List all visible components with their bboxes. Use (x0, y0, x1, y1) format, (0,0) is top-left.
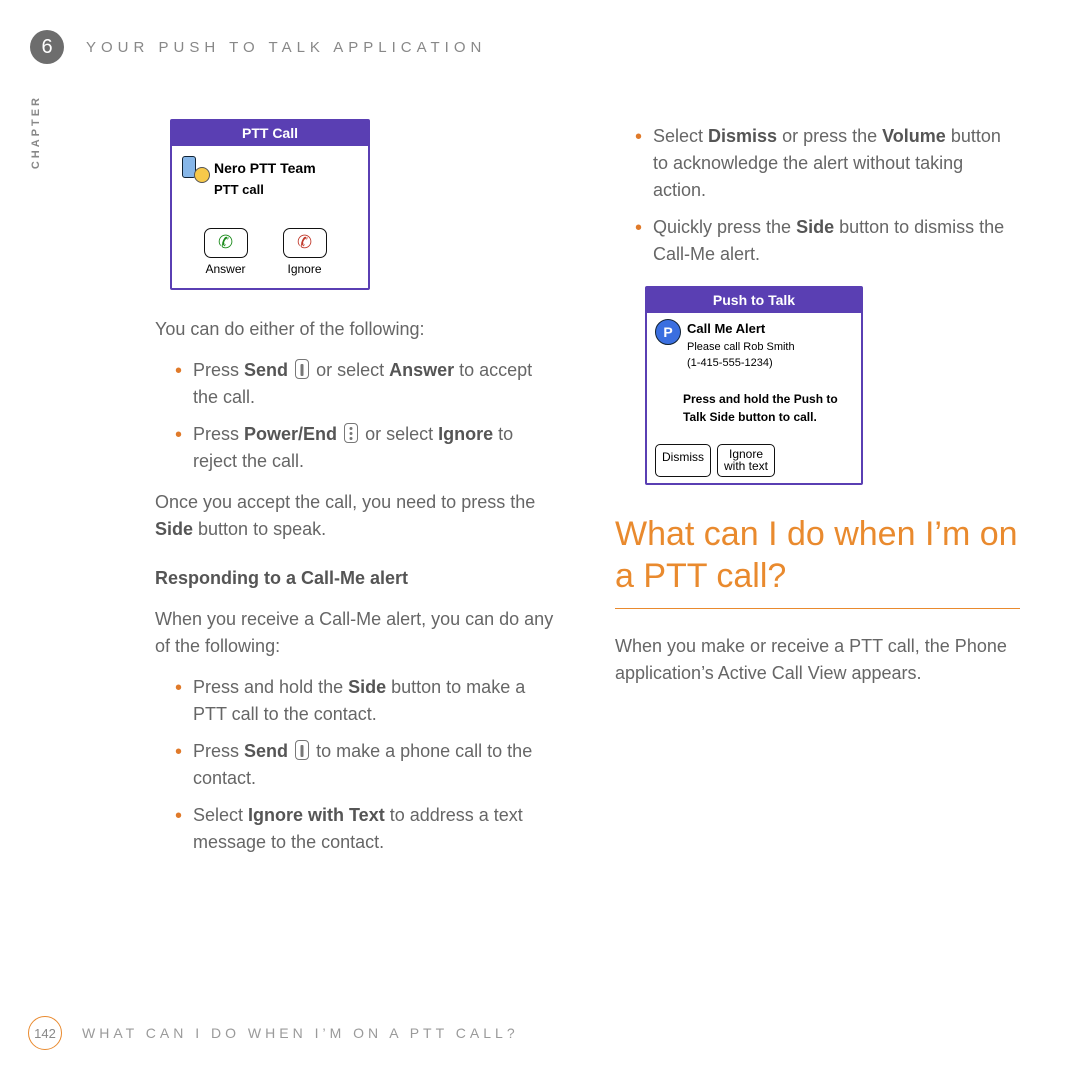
heading-rule (615, 608, 1020, 609)
team-name: Nero PTT Team (214, 158, 316, 179)
alert-instruction: Press and hold the Push to Talk Side but… (683, 390, 853, 426)
list-item: Quickly press the Side button to dismiss… (635, 214, 1020, 268)
once-text: Once you accept the call, you need to pr… (155, 489, 560, 543)
call-me-alert-mockup: Push to Talk P Call Me Alert Please call… (645, 286, 863, 485)
team-icon (180, 154, 208, 182)
call-type-label: PTT call (214, 180, 360, 200)
dismiss-button[interactable]: Dismiss (655, 444, 711, 477)
alert-title: Call Me Alert (687, 319, 795, 339)
list-item: Select Dismiss or press the Volume butto… (635, 123, 1020, 204)
ignore-label: Ignore (277, 260, 332, 278)
sub-heading: Responding to a Call-Me alert (155, 565, 560, 592)
footer-title: WHAT CAN I DO WHEN I’M ON A PTT CALL? (82, 1025, 519, 1041)
list-item: Select Ignore with Text to address a tex… (175, 802, 560, 856)
phone-ignore-icon: ✆ (297, 229, 312, 256)
section-body: When you make or receive a PTT call, the… (615, 633, 1020, 687)
header: 6 YOUR PUSH TO TALK APPLICATION (30, 30, 1020, 64)
phone-answer-icon: ✆ (218, 229, 233, 256)
alert-caller: Please call Rob Smith (687, 339, 795, 356)
mock-titlebar: PTT Call (172, 121, 368, 146)
send-key-icon (295, 740, 309, 760)
chapter-side-label: CHAPTER (30, 95, 42, 169)
section-heading: What can I do when I’m on a PTT call? (615, 513, 1020, 598)
list-item: Press Send to make a phone call to the c… (175, 738, 560, 792)
list-item: Press Power/End or select Ignore to reje… (175, 421, 560, 475)
page-number-badge: 142 (28, 1016, 62, 1050)
alert-number: (1-415-555-1234) (687, 355, 795, 372)
send-key-icon (295, 359, 309, 379)
footer: 142 WHAT CAN I DO WHEN I’M ON A PTT CALL… (28, 1016, 519, 1050)
mock-titlebar: Push to Talk (647, 288, 861, 313)
ignore-button[interactable]: ✆ Ignore (277, 228, 332, 278)
sub-intro: When you receive a Call-Me alert, you ca… (155, 606, 560, 660)
list-item: Press and hold the Side button to make a… (175, 674, 560, 728)
ptt-bubble-icon: P (655, 319, 681, 345)
intro-text: You can do either of the following: (155, 316, 560, 343)
left-column: PTT Call Nero PTT Team PTT call ✆ Answer (155, 119, 560, 866)
ignore-with-text-button[interactable]: Ignore with text (717, 444, 775, 477)
power-key-icon (344, 423, 358, 443)
chapter-number-badge: 6 (30, 30, 64, 64)
right-column: Select Dismiss or press the Volume butto… (615, 119, 1020, 866)
answer-button[interactable]: ✆ Answer (198, 228, 253, 278)
list-item: Press Send or select Answer to accept th… (175, 357, 560, 411)
ptt-call-mockup: PTT Call Nero PTT Team PTT call ✆ Answer (170, 119, 370, 290)
answer-label: Answer (198, 260, 253, 278)
chapter-title: YOUR PUSH TO TALK APPLICATION (86, 39, 486, 56)
